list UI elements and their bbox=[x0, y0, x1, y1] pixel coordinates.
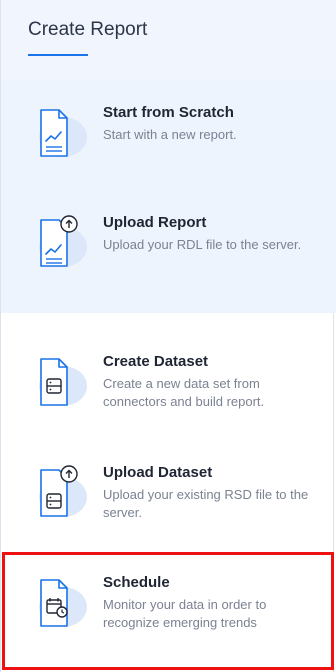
schedule-option[interactable]: Schedule Monitor your data in order to r… bbox=[1, 550, 336, 660]
schedule-icon bbox=[29, 574, 91, 634]
option-title: Upload Dataset bbox=[103, 464, 213, 481]
panel-title: Create Report bbox=[28, 19, 148, 40]
new-report-icon bbox=[29, 104, 91, 164]
upload-report-option[interactable]: Upload Report Upload your RDL file to th… bbox=[1, 190, 336, 300]
dataset-icon bbox=[29, 353, 91, 413]
option-title: Create Dataset bbox=[103, 353, 209, 370]
upload-dataset-option[interactable]: Upload Dataset Upload your existing RSD … bbox=[1, 440, 336, 550]
option-description: Start with a new report. bbox=[103, 127, 237, 142]
option-title: Schedule bbox=[103, 574, 170, 591]
upload-report-icon bbox=[29, 214, 91, 274]
option-title: Start from Scratch bbox=[103, 104, 234, 121]
panel-header: Create Report bbox=[1, 0, 336, 80]
option-description: Upload your RDL file to the server. bbox=[103, 237, 302, 252]
create-dataset-option[interactable]: Create Dataset Create a new data set fro… bbox=[1, 329, 336, 439]
option-description: Monitor your data in order to recognize … bbox=[103, 597, 267, 630]
option-description: Upload your existing RSD file to the ser… bbox=[103, 487, 309, 520]
upload-dataset-icon bbox=[29, 464, 91, 524]
create-report-panel: Create Report Start from Scratch Start w… bbox=[0, 0, 336, 672]
start-from-scratch-option[interactable]: Start from Scratch Start with a new repo… bbox=[1, 80, 336, 190]
option-title: Upload Report bbox=[103, 214, 207, 231]
title-underline bbox=[28, 54, 88, 56]
option-description: Create a new data set from connectors an… bbox=[103, 376, 265, 409]
